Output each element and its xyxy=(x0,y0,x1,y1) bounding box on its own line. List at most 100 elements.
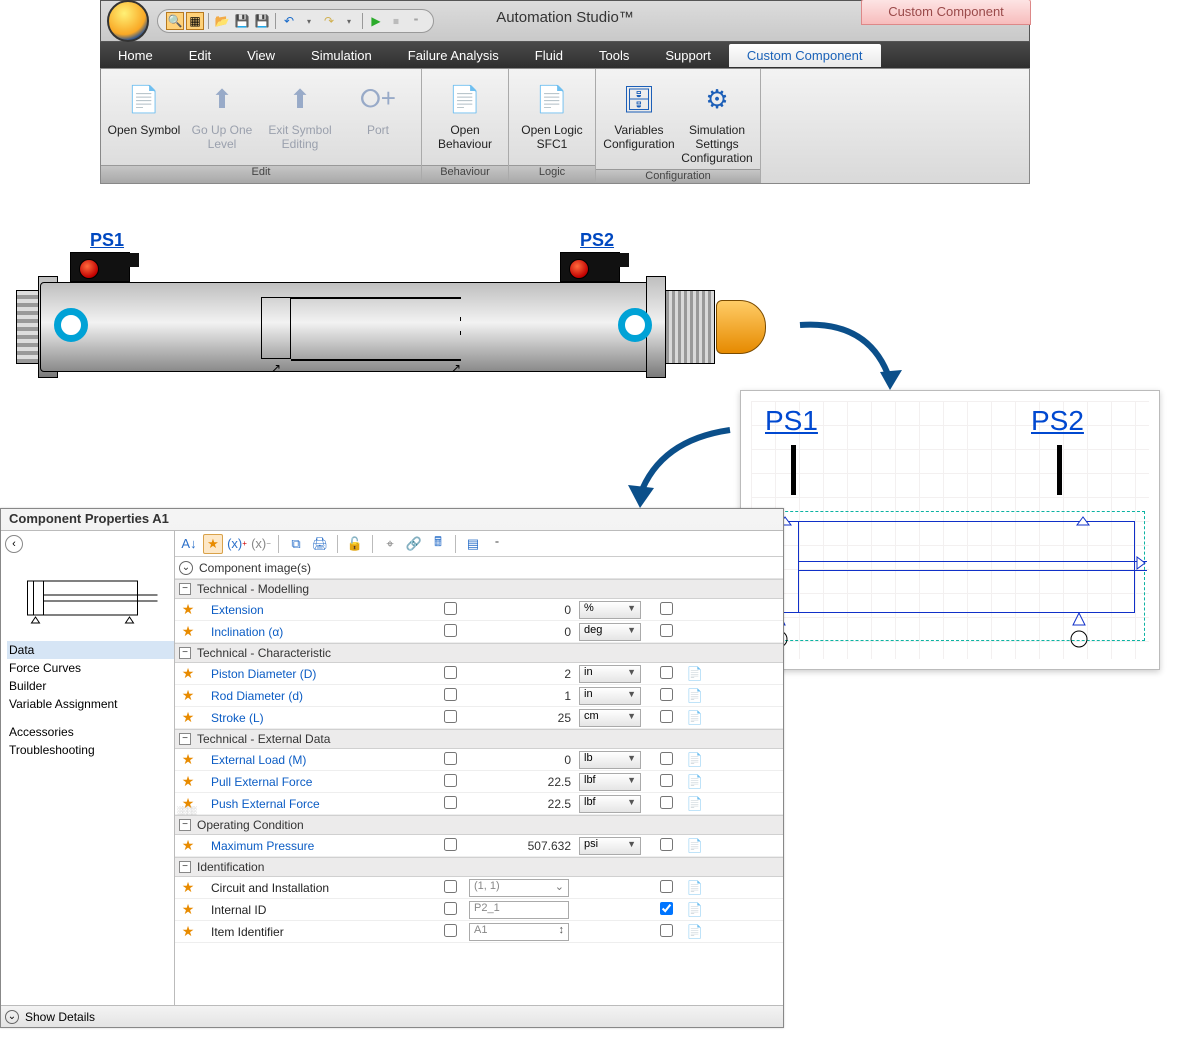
menu-edit[interactable]: Edit xyxy=(171,44,229,67)
id-input[interactable]: P2_1 xyxy=(469,901,569,919)
star-icon[interactable]: ★ xyxy=(175,709,201,726)
checkbox[interactable] xyxy=(431,838,469,854)
component-images-expander[interactable]: ⌄ Component image(s) xyxy=(175,557,783,579)
menu-simulation[interactable]: Simulation xyxy=(293,44,390,67)
checkbox-2[interactable] xyxy=(649,624,683,640)
unit-dropdown[interactable]: in xyxy=(579,665,641,683)
lock-icon[interactable]: 🔓 xyxy=(345,534,365,554)
qat-open-icon[interactable]: 📂 xyxy=(213,12,231,30)
property-label[interactable]: Rod Diameter (d) xyxy=(201,689,431,703)
id-input[interactable]: A1↕ xyxy=(469,923,569,941)
nav-force-curves[interactable]: Force Curves xyxy=(7,659,174,677)
context-tab[interactable]: Custom Component xyxy=(861,0,1031,25)
sim-settings-button[interactable]: ⚙Simulation Settings Configuration xyxy=(678,75,756,169)
property-value[interactable]: 2 xyxy=(469,667,579,681)
unit-dropdown[interactable]: in xyxy=(579,687,641,705)
property-value[interactable]: 22.5 xyxy=(469,797,579,811)
star-icon[interactable]: ★ xyxy=(175,923,201,940)
qat-btn-1[interactable]: 🔍 xyxy=(166,12,184,30)
tag-icon[interactable]: ⌖ xyxy=(380,534,400,554)
open-behaviour-button[interactable]: 📄Open Behaviour xyxy=(426,75,504,155)
qat-redo-dd[interactable]: ▾ xyxy=(340,12,358,30)
collapse-nav-icon[interactable]: ‹ xyxy=(5,535,23,553)
star-icon[interactable]: ★ xyxy=(175,601,201,618)
row-action-icon[interactable]: 📄 xyxy=(683,752,707,768)
property-label[interactable]: Maximum Pressure xyxy=(201,839,431,853)
nav-accessories[interactable]: Accessories xyxy=(7,723,174,741)
section-technical-characteristic[interactable]: −Technical - Characteristic xyxy=(175,643,783,663)
nav-troubleshooting[interactable]: Troubleshooting xyxy=(7,741,174,759)
qat-btn-2[interactable]: ▦ xyxy=(186,12,204,30)
row-action-icon[interactable]: 📄 xyxy=(683,796,707,812)
checkbox-2[interactable] xyxy=(649,924,683,940)
star-icon[interactable]: ★ xyxy=(175,751,201,768)
star-icon[interactable]: ★ xyxy=(175,773,201,790)
unit-dropdown[interactable]: deg xyxy=(579,623,641,641)
checkbox[interactable] xyxy=(431,710,469,726)
open-logic-button[interactable]: 📄Open Logic SFC1 xyxy=(513,75,591,155)
properties-footer[interactable]: ⌄ Show Details xyxy=(1,1005,783,1027)
fx-minus-icon[interactable]: (x)− xyxy=(251,534,271,554)
sort-az-icon[interactable]: A↓ xyxy=(179,534,199,554)
property-value[interactable]: 0 xyxy=(469,753,579,767)
unit-dropdown[interactable]: psi xyxy=(579,837,641,855)
menu-home[interactable]: Home xyxy=(100,44,171,67)
row-action-icon[interactable]: 📄 xyxy=(683,880,707,896)
qat-saveall-icon[interactable]: 💾 xyxy=(253,12,271,30)
star-icon[interactable]: ★ xyxy=(175,901,201,918)
star-icon[interactable]: ★ xyxy=(175,665,201,682)
menu-fluid[interactable]: Fluid xyxy=(517,44,581,67)
property-label[interactable]: Extension xyxy=(201,603,431,617)
qat-redo-icon[interactable]: ↷ xyxy=(320,12,338,30)
menu-support[interactable]: Support xyxy=(647,44,729,67)
unit-dropdown[interactable]: % xyxy=(579,601,641,619)
section-technical-modelling[interactable]: −Technical - Modelling xyxy=(175,579,783,599)
qat-undo-dd[interactable]: ▾ xyxy=(300,12,318,30)
section-operating-condition[interactable]: −Operating Condition xyxy=(175,815,783,835)
checkbox-2[interactable] xyxy=(649,902,683,918)
app-orb-icon[interactable] xyxy=(107,0,149,42)
row-action-icon[interactable]: 📄 xyxy=(683,688,707,704)
checkbox[interactable] xyxy=(431,688,469,704)
checkbox-2[interactable] xyxy=(649,838,683,854)
property-label[interactable]: Pull External Force xyxy=(201,775,431,789)
qat-save-icon[interactable]: 💾 xyxy=(233,12,251,30)
property-label[interactable]: Inclination (α) xyxy=(201,625,431,639)
id-input[interactable]: (1, 1) ⌄ xyxy=(469,879,569,897)
checkbox[interactable] xyxy=(431,902,469,918)
fx-plus-icon[interactable]: (x)+ xyxy=(227,534,247,554)
checkbox-2[interactable] xyxy=(649,774,683,790)
row-action-icon[interactable]: 📄 xyxy=(683,774,707,790)
property-label[interactable]: Piston Diameter (D) xyxy=(201,667,431,681)
checkbox[interactable] xyxy=(431,624,469,640)
qat-stop-icon[interactable]: ⏹ xyxy=(387,12,405,30)
checkbox-2[interactable] xyxy=(649,602,683,618)
checkbox[interactable] xyxy=(431,774,469,790)
unit-dropdown[interactable]: lb xyxy=(579,751,641,769)
property-value[interactable]: 25 xyxy=(469,711,579,725)
unit-dropdown[interactable]: lbf xyxy=(579,773,641,791)
star-icon[interactable]: ★ xyxy=(175,837,201,854)
qat-more-icon[interactable]: ⁼ xyxy=(407,12,425,30)
nav-data[interactable]: Data xyxy=(7,641,174,659)
property-value[interactable]: 0 xyxy=(469,625,579,639)
row-action-icon[interactable]: 📄 xyxy=(683,710,707,726)
more-dd-icon[interactable]: ⁼ xyxy=(487,534,507,554)
copy-icon[interactable]: ⧉ xyxy=(286,534,306,554)
qat-play-icon[interactable]: ▶ xyxy=(367,12,385,30)
checkbox[interactable] xyxy=(431,880,469,896)
star-icon[interactable]: ★ xyxy=(175,687,201,704)
row-action-icon[interactable]: 📄 xyxy=(683,838,707,854)
property-label[interactable]: Stroke (L) xyxy=(201,711,431,725)
menu-view[interactable]: View xyxy=(229,44,293,67)
star-icon[interactable]: ★ xyxy=(175,623,201,640)
symbol-canvas[interactable]: PS1 PS2 xyxy=(751,401,1149,659)
menu-custom-component[interactable]: Custom Component xyxy=(729,44,881,67)
menu-failure-analysis[interactable]: Failure Analysis xyxy=(390,44,517,67)
star-icon[interactable]: ★ xyxy=(175,879,201,896)
checkbox-2[interactable] xyxy=(649,752,683,768)
checkbox-2[interactable] xyxy=(649,666,683,682)
unit-dropdown[interactable]: cm xyxy=(579,709,641,727)
property-value[interactable]: 1 xyxy=(469,689,579,703)
checkbox-2[interactable] xyxy=(649,688,683,704)
